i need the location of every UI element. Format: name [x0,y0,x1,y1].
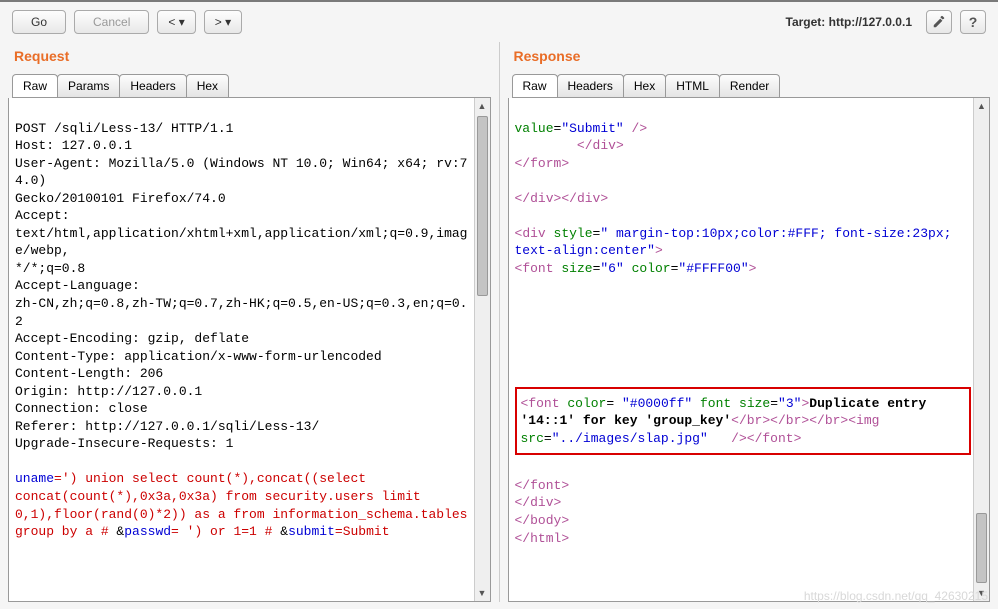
chevron-left-icon: < [168,15,175,29]
response-panel: Response Raw Headers Hex HTML Render val… [500,42,998,602]
request-tabs: Raw Params Headers Hex [12,74,491,98]
request-panel: Request Raw Params Headers Hex POST /sql… [0,42,499,602]
scroll-thumb[interactable] [976,513,987,583]
tab-render-resp[interactable]: Render [719,74,780,97]
cancel-button[interactable]: Cancel [74,10,149,34]
response-tabs: Raw Headers Hex HTML Render [512,74,991,98]
help-button[interactable]: ? [960,10,986,34]
target-label: Target: http://127.0.0.1 [786,15,912,29]
response-title: Response [508,42,991,74]
prev-button[interactable]: < ▾ [157,10,195,34]
watermark: https://blog.csdn.net/qq_42630215 [804,589,988,603]
scroll-thumb[interactable] [477,116,488,296]
request-editor-wrap: POST /sqli/Less-13/ HTTP/1.1 Host: 127.0… [8,98,491,602]
chevron-right-icon: > [215,15,222,29]
toolbar: Go Cancel < ▾ > ▾ Target: http://127.0.0… [0,2,998,42]
tab-params[interactable]: Params [57,74,120,97]
tab-raw-resp[interactable]: Raw [512,74,558,97]
request-title: Request [8,42,491,74]
scroll-down-icon[interactable]: ▼ [475,585,490,601]
response-scrollbar[interactable]: ▲ ▼ [973,98,989,601]
scroll-up-icon[interactable]: ▲ [475,98,490,114]
tab-hex-resp[interactable]: Hex [623,74,666,97]
pencil-icon [932,15,946,29]
request-scrollbar[interactable]: ▲ ▼ [474,98,490,601]
tab-headers[interactable]: Headers [119,74,186,97]
tab-hex[interactable]: Hex [186,74,229,97]
request-editor[interactable]: POST /sqli/Less-13/ HTTP/1.1 Host: 127.0… [9,98,490,601]
edit-target-button[interactable] [926,10,952,34]
tab-headers-resp[interactable]: Headers [557,74,624,97]
error-highlight-box: <font color= "#0000ff" font size="3">Dup… [515,387,972,456]
question-icon: ? [969,14,978,30]
tab-raw[interactable]: Raw [12,74,58,97]
response-editor[interactable]: value="Submit" /> </div> </form> </div><… [509,98,990,601]
scroll-up-icon[interactable]: ▲ [974,98,989,114]
go-button[interactable]: Go [12,10,66,34]
response-editor-wrap: value="Submit" /> </div> </form> </div><… [508,98,991,602]
next-button[interactable]: > ▾ [204,10,242,34]
tab-html-resp[interactable]: HTML [665,74,720,97]
